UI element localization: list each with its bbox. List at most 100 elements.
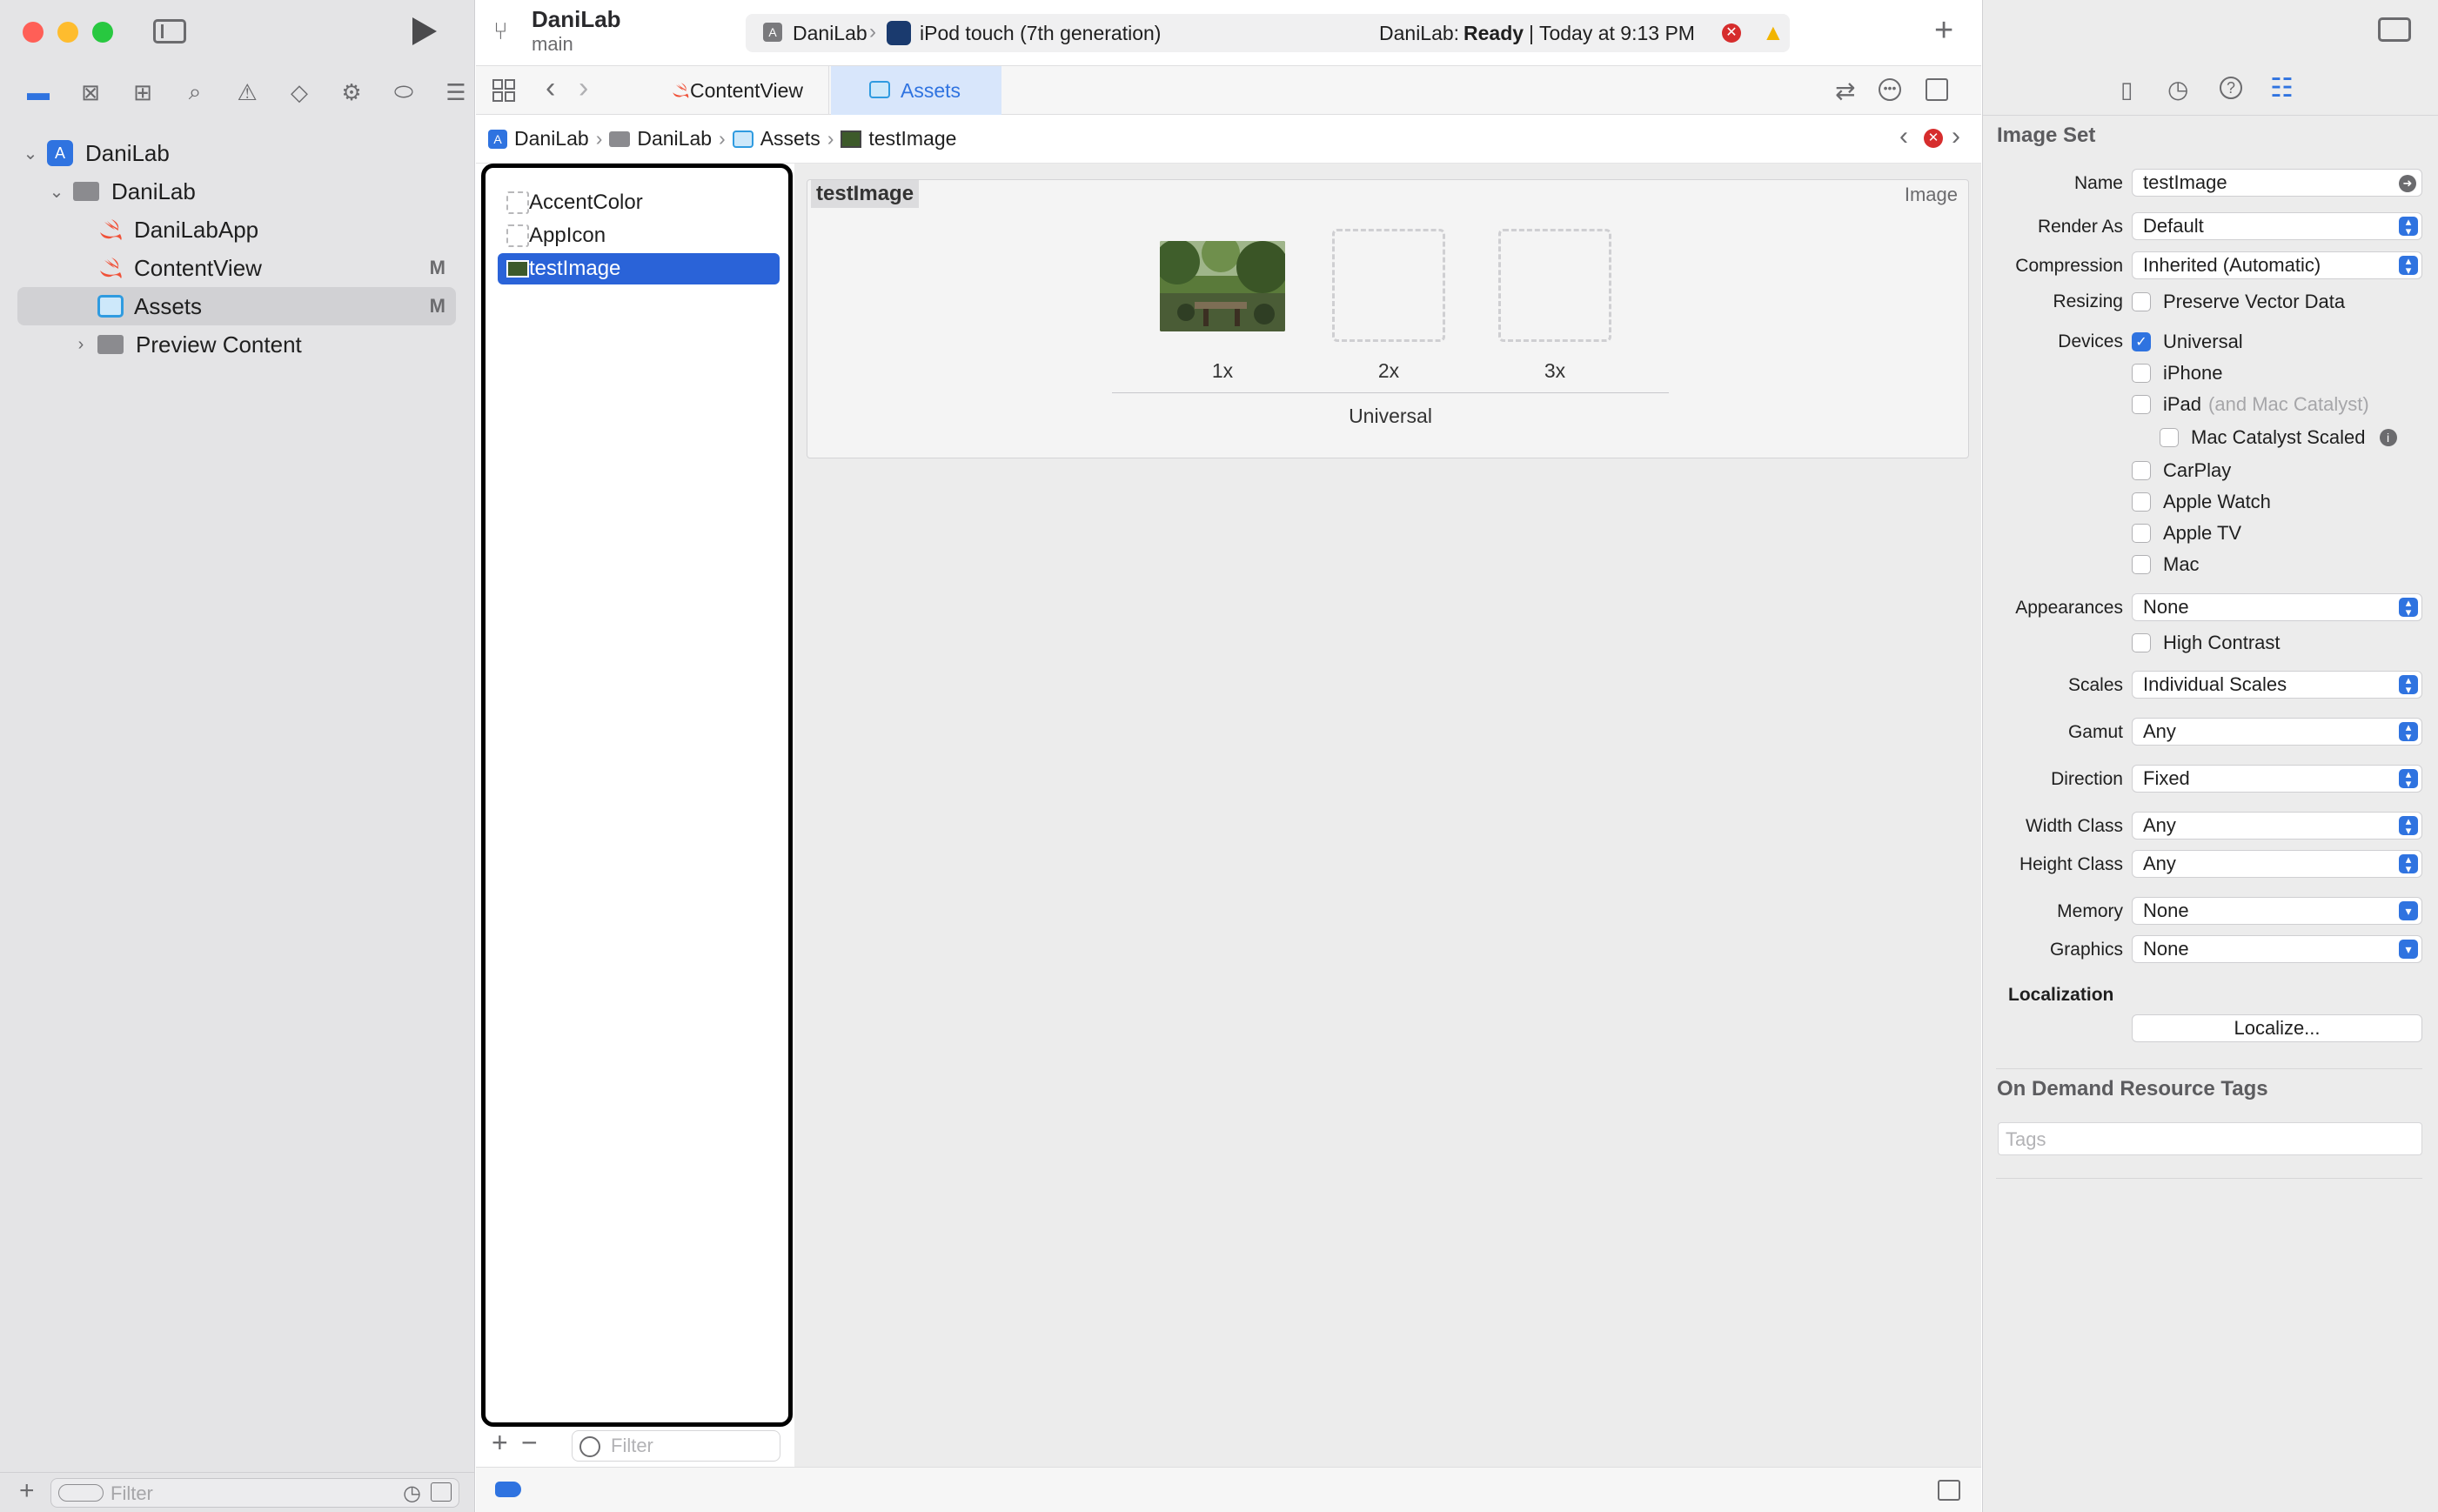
navigator-filter-field[interactable]: Filter ◷ [50, 1478, 459, 1508]
apple-watch-checkbox[interactable]: Apple Watch [2132, 491, 2271, 513]
render-as-popup[interactable]: Default ▴ ▾ [2132, 212, 2422, 240]
asset-item-accentcolor[interactable]: AccentColor [498, 187, 780, 218]
asset-item-testimage[interactable]: testImage [498, 253, 780, 284]
debug-area-toggle-icon[interactable] [1938, 1480, 1960, 1501]
apple-tv-checkbox[interactable]: Apple TV [2132, 522, 2241, 545]
height-class-label: Height Class [2019, 854, 2123, 874]
tree-item-preview-content[interactable]: › Preview Content [70, 326, 454, 363]
mac-checkbox[interactable]: Mac [2132, 553, 2200, 576]
forward-icon[interactable]: › [579, 71, 588, 105]
file-inspector-icon[interactable]: ▯ [2120, 77, 2133, 104]
checkbox[interactable] [2132, 292, 2151, 311]
run-button[interactable] [412, 17, 437, 45]
tab-assets[interactable]: Assets [831, 66, 1001, 115]
checkbox[interactable] [2132, 524, 2151, 543]
breakpoint-toggle-icon[interactable] [495, 1482, 521, 1497]
name-field[interactable]: testImage ➜ [2132, 169, 2422, 197]
previous-issue-icon[interactable]: ‹ [1899, 122, 1908, 151]
close-window-button[interactable] [23, 22, 44, 43]
tree-item-assets[interactable]: Assets M [97, 288, 445, 324]
search-icon[interactable]: ⌕ [169, 75, 221, 110]
checkbox[interactable] [2132, 492, 2151, 512]
checkbox[interactable] [2132, 461, 2151, 480]
appearances-popup[interactable]: None ▴ ▾ [2132, 593, 2422, 621]
tab-contentview[interactable]: ContentView [633, 66, 829, 115]
error-icon[interactable]: ✕ [1722, 23, 1741, 43]
zoom-window-button[interactable] [92, 22, 113, 43]
more-options-icon[interactable]: ••• [1879, 78, 1901, 101]
report-icon[interactable]: ☰ [430, 75, 482, 110]
graphics-popup[interactable]: None ▾ [2132, 935, 2422, 963]
tree-item-group[interactable]: ⌄ DaniLab [45, 173, 454, 210]
warning-icon[interactable]: ⚠ [221, 75, 273, 110]
folder-icon[interactable]: ▬ [12, 75, 64, 110]
test-icon[interactable]: ◇ [273, 75, 325, 110]
add-icon[interactable]: + [19, 1476, 35, 1506]
breadcrumb-item[interactable]: DaniLab [514, 127, 589, 151]
warning-icon[interactable]: ▲ [1762, 19, 1785, 46]
chevron-right-icon[interactable]: › [70, 335, 92, 355]
checkbox[interactable] [2132, 364, 2151, 383]
filter-options-icon[interactable] [58, 1484, 104, 1502]
source-control-filter-icon[interactable] [431, 1482, 452, 1502]
localize-button[interactable]: Localize... [2132, 1014, 2422, 1042]
split-editor-icon[interactable] [1926, 78, 1948, 101]
attributes-inspector-icon[interactable]: ☷ [2270, 73, 2294, 104]
arrow-circle-icon[interactable]: ➜ [2399, 175, 2416, 192]
high-contrast-checkbox[interactable]: High Contrast [2132, 632, 2281, 654]
compression-popup[interactable]: Inherited (Automatic) ▴ ▾ [2132, 251, 2422, 279]
history-inspector-icon[interactable]: ◷ [2167, 75, 2188, 104]
scales-popup[interactable]: Individual Scales ▴ ▾ [2132, 671, 2422, 699]
memory-popup[interactable]: None ▾ [2132, 897, 2422, 925]
tree-item-danilabapp[interactable]: DaniLabApp [97, 211, 454, 248]
universal-checkbox[interactable]: ✓ Universal [2132, 331, 2243, 353]
device-selector[interactable]: iPod touch (7th generation) [920, 22, 1161, 45]
tree-item-contentview[interactable]: ContentView M [97, 250, 445, 286]
minimize-window-button[interactable] [57, 22, 78, 43]
height-class-popup[interactable]: Any ▴ ▾ [2132, 850, 2422, 878]
width-class-popup[interactable]: Any ▴ ▾ [2132, 812, 2422, 840]
direction-popup[interactable]: Fixed ▴ ▾ [2132, 765, 2422, 793]
image-well-2x[interactable] [1332, 229, 1445, 342]
ipad-checkbox[interactable]: iPad (and Mac Catalyst) [2132, 393, 2369, 416]
tags-field[interactable]: Tags [1998, 1122, 2422, 1155]
chevron-down-icon[interactable]: ⌄ [45, 181, 68, 203]
checkmark-icon[interactable]: ✓ [2132, 332, 2151, 351]
next-issue-icon[interactable]: › [1952, 122, 1960, 151]
breakpoint-icon[interactable]: ⬭ [378, 75, 430, 110]
scheme-selector[interactable]: DaniLab [793, 22, 867, 45]
remove-asset-icon[interactable]: − [521, 1427, 538, 1459]
related-items-icon[interactable] [492, 78, 516, 103]
image-well-1x[interactable] [1160, 241, 1285, 331]
info-icon[interactable]: i [2379, 429, 2397, 446]
breadcrumb-item[interactable]: DaniLab [637, 127, 712, 151]
add-asset-icon[interactable]: + [492, 1427, 508, 1459]
symbol-icon[interactable]: ⊞ [117, 75, 169, 110]
source-control-icon[interactable]: ⊠ [64, 75, 117, 110]
sidebar-toggle-icon[interactable] [153, 19, 186, 43]
breadcrumb-item[interactable]: testImage [868, 127, 956, 151]
help-inspector-icon[interactable]: ? [2220, 77, 2242, 99]
inspector-toggle-icon[interactable] [2378, 17, 2411, 42]
refresh-canvas-icon[interactable]: ⇄ [1835, 77, 1855, 105]
checkbox[interactable] [2132, 395, 2151, 414]
asset-filter-field[interactable]: Filter [572, 1430, 780, 1462]
gamut-popup[interactable]: Any ▴ ▾ [2132, 718, 2422, 746]
recent-files-icon[interactable]: ◷ [403, 1481, 421, 1506]
debug-icon[interactable]: ⚙ [325, 75, 378, 110]
asset-item-appicon[interactable]: AppIcon [498, 220, 780, 251]
back-icon[interactable]: ‹ [546, 71, 555, 105]
image-well-3x[interactable] [1498, 229, 1611, 342]
preserve-vector-checkbox[interactable]: Preserve Vector Data [2132, 291, 2345, 313]
checkbox[interactable] [2132, 633, 2151, 652]
chevron-down-icon[interactable]: ⌄ [19, 143, 42, 164]
error-icon[interactable]: ✕ [1924, 129, 1943, 148]
mac-catalyst-scaled-checkbox[interactable]: Mac Catalyst Scaled i [2160, 426, 2397, 449]
add-library-icon[interactable]: + [1934, 12, 1953, 50]
iphone-checkbox[interactable]: iPhone [2132, 362, 2223, 385]
checkbox[interactable] [2132, 555, 2151, 574]
breadcrumb-item[interactable]: Assets [760, 127, 820, 151]
tree-item-project[interactable]: ⌄ A DaniLab [19, 135, 454, 171]
checkbox[interactable] [2160, 428, 2179, 447]
carplay-checkbox[interactable]: CarPlay [2132, 459, 2231, 482]
